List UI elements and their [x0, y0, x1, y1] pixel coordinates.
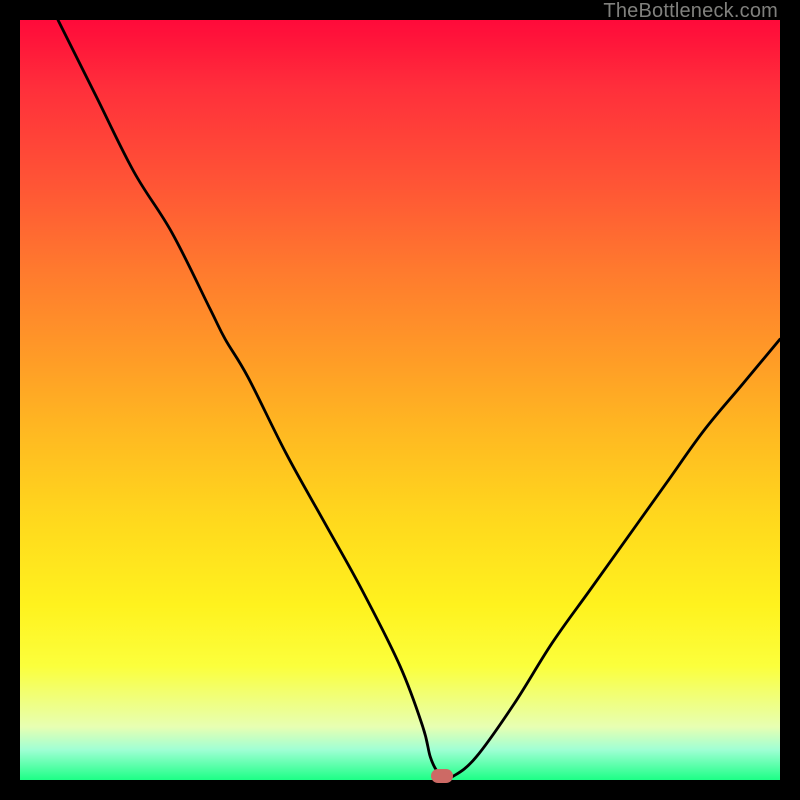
optimal-point-marker: [431, 769, 453, 783]
bottleneck-curve: [58, 20, 780, 778]
plot-area: [20, 20, 780, 780]
chart-frame: TheBottleneck.com: [0, 0, 800, 800]
watermark-text: TheBottleneck.com: [603, 0, 778, 23]
curve-svg: [20, 20, 780, 780]
